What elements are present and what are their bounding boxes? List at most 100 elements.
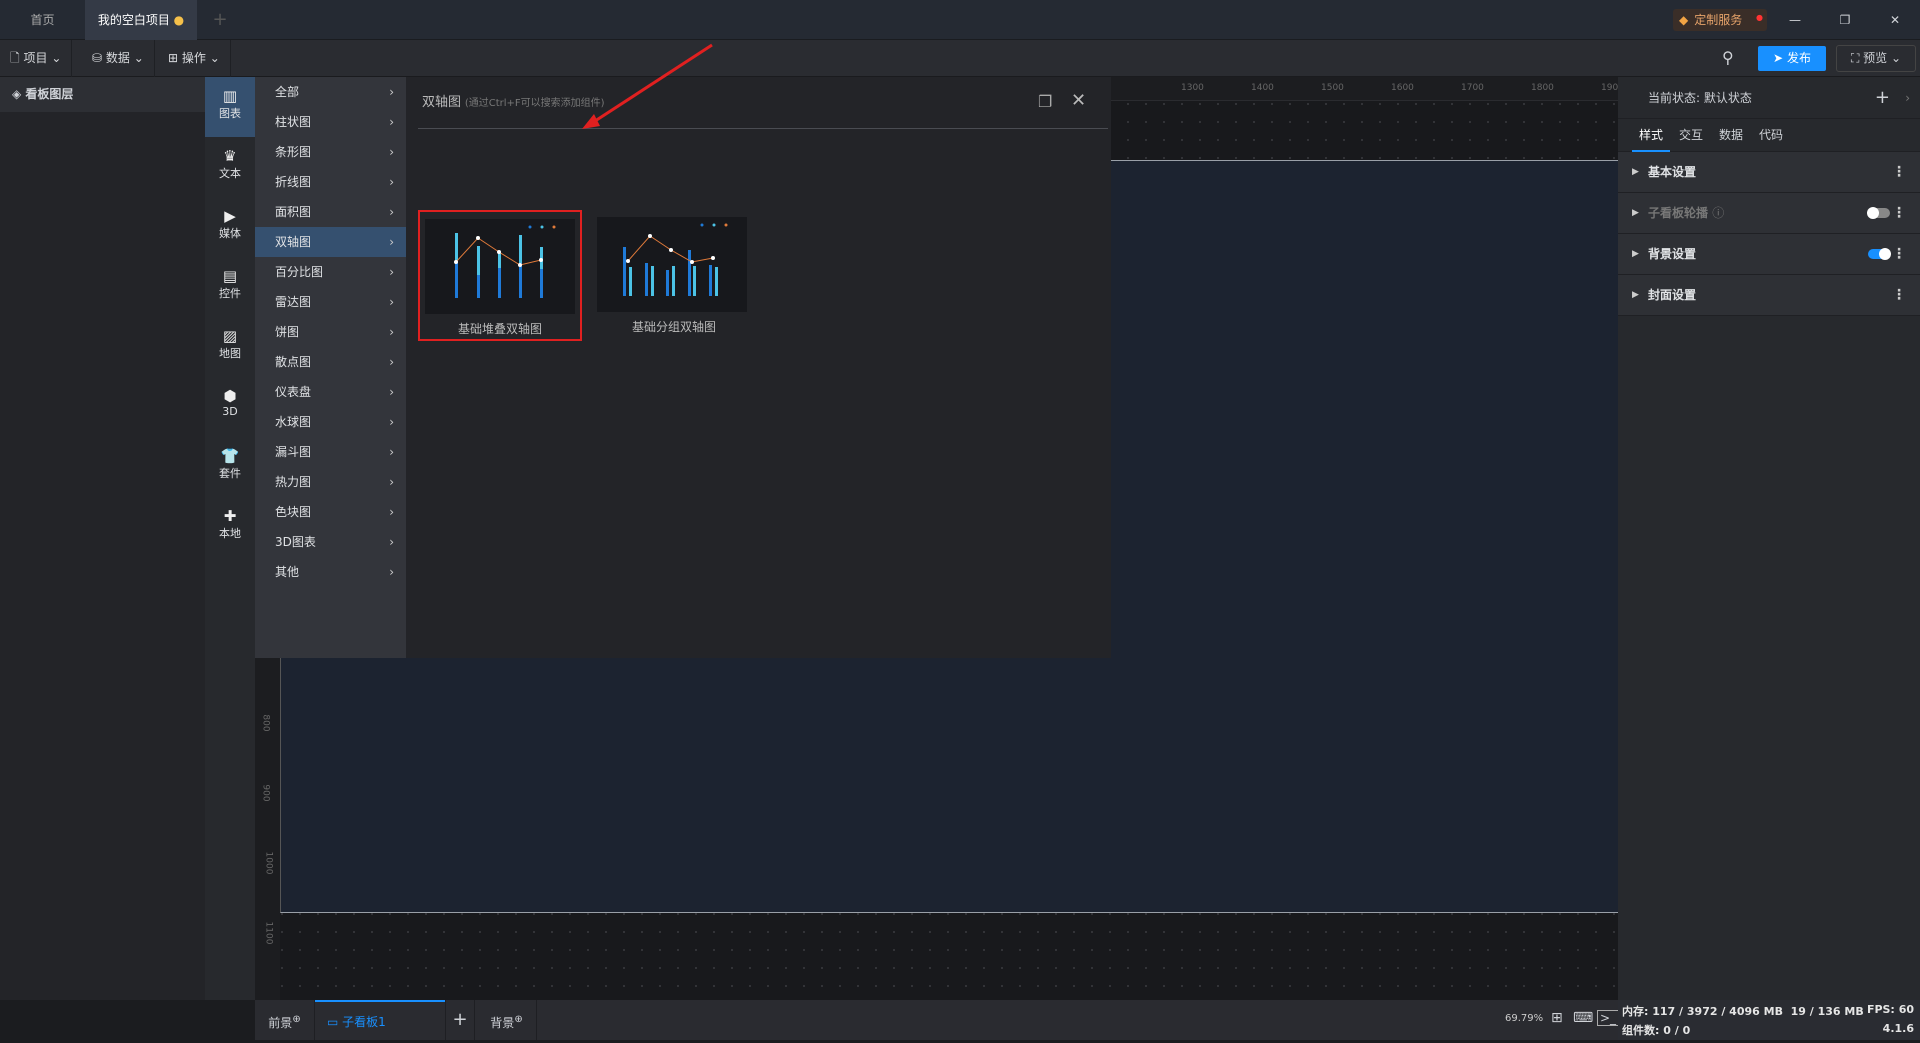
section-row[interactable]: ▶ 基本设置 ⋮ bbox=[1618, 152, 1920, 193]
type-map[interactable]: ▨ 地图 bbox=[205, 317, 255, 377]
category-item[interactable]: 仪表盘 › bbox=[255, 377, 406, 407]
console-icon[interactable]: >_ bbox=[1597, 1010, 1620, 1026]
type-cube[interactable]: ⬢ 3D bbox=[205, 377, 255, 437]
category-menu: 全部 › 柱状图 › 条形图 › 折线图 › 面积图 › 双轴图 › 百分比图 › 雷达图 › 饼图 › 散点图 › 仪… bbox=[255, 77, 406, 658]
chevron-right-icon: › bbox=[389, 385, 394, 399]
data-label: 数据 bbox=[105, 51, 130, 65]
fullscreen-icon: ⛶ bbox=[1850, 51, 1860, 65]
zoom-level[interactable]: 69.79% bbox=[1505, 1013, 1543, 1024]
more-icon[interactable]: ⋮ bbox=[1892, 193, 1906, 233]
state-value[interactable]: 默认状态 bbox=[1704, 91, 1752, 105]
category-item[interactable]: 3D图表 › bbox=[255, 527, 406, 557]
type-label: 地图 bbox=[219, 347, 241, 360]
card-grouped-dual-axis[interactable]: 基础分组双轴图 bbox=[592, 210, 756, 341]
add-state-button[interactable]: + bbox=[1875, 77, 1890, 119]
unsaved-dot-icon: ● bbox=[173, 13, 185, 27]
ruler-tick-label: 1500 bbox=[1321, 83, 1344, 93]
minimize-button[interactable]: — bbox=[1780, 0, 1810, 40]
category-item[interactable]: 散点图 › bbox=[255, 347, 406, 377]
keyboard-icon[interactable]: ⌨ bbox=[1573, 1010, 1593, 1026]
restore-button[interactable]: ❐ bbox=[1830, 0, 1860, 40]
section-row[interactable]: ▶ 子看板轮播 ⓘ ⋮ bbox=[1618, 193, 1920, 234]
type-puzzle[interactable]: ✚ 本地 bbox=[205, 497, 255, 557]
category-item[interactable]: 饼图 › bbox=[255, 317, 406, 347]
type-suit[interactable]: 👕 套件 bbox=[205, 437, 255, 497]
section-toggle[interactable] bbox=[1868, 248, 1891, 260]
title-bar: 首页 我的空白项目 ● + ◆ 定制服务 ● — ❐ ✕ bbox=[0, 0, 1920, 40]
more-icon[interactable]: ⋮ bbox=[1892, 234, 1906, 274]
version: 4.1.6 bbox=[1882, 1022, 1914, 1035]
add-tab-button[interactable]: + bbox=[205, 0, 235, 40]
category-item[interactable]: 条形图 › bbox=[255, 137, 406, 167]
suit-icon: 👕 bbox=[220, 447, 240, 465]
preview-button[interactable]: ⛶ 预览 ⌄ bbox=[1836, 45, 1916, 72]
dialog-header: 双轴图 (通过Ctrl+F可以搜索添加组件) bbox=[422, 77, 605, 128]
memory-value: 117 / 3972 / 4096 MB bbox=[1652, 1005, 1783, 1018]
section-toggle[interactable] bbox=[1867, 207, 1890, 219]
chevron-right-icon: › bbox=[389, 355, 394, 369]
chevron-right-icon: › bbox=[389, 505, 394, 519]
ruler-tick-label: 900 bbox=[260, 784, 271, 802]
type-bar-chart[interactable]: ▥ 图表 bbox=[205, 77, 255, 137]
foreground-tab[interactable]: 前景⊕ bbox=[255, 1000, 315, 1040]
memory-value-2: 19 / 136 MB bbox=[1790, 1005, 1864, 1018]
property-tab[interactable]: 交互 bbox=[1672, 119, 1710, 152]
category-item[interactable]: 百分比图 › bbox=[255, 257, 406, 287]
add-subboard-button[interactable]: + bbox=[445, 1000, 475, 1040]
category-label: 3D图表 bbox=[275, 535, 316, 549]
category-item[interactable]: 水球图 › bbox=[255, 407, 406, 437]
category-item[interactable]: 柱状图 › bbox=[255, 107, 406, 137]
type-widget[interactable]: ▤ 控件 bbox=[205, 257, 255, 317]
type-label: 文本 bbox=[219, 167, 241, 180]
fit-screen-icon[interactable]: ⊞ bbox=[1551, 1010, 1563, 1026]
search-icon[interactable]: ⚲ bbox=[1722, 48, 1734, 67]
category-item[interactable]: 色块图 › bbox=[255, 497, 406, 527]
category-label: 热力图 bbox=[275, 475, 312, 489]
copy-icon[interactable]: ❐ bbox=[1038, 92, 1052, 111]
category-item[interactable]: 折线图 › bbox=[255, 167, 406, 197]
close-button[interactable]: ✕ bbox=[1880, 0, 1910, 40]
more-icon[interactable]: ⋮ bbox=[1892, 275, 1906, 315]
more-icon[interactable]: ⋮ bbox=[1892, 152, 1906, 192]
help-icon[interactable]: ⓘ bbox=[1712, 206, 1724, 220]
data-menu[interactable]: ⛁ 数据 ⌄ bbox=[82, 40, 155, 77]
component-dialog: 双轴图 (通过Ctrl+F可以搜索添加组件) ❐ ✕ 基础堆叠双轴图 基础分组双… bbox=[406, 77, 1111, 658]
custom-service-button[interactable]: ◆ 定制服务 ● bbox=[1673, 9, 1767, 31]
property-tab[interactable]: 样式 bbox=[1632, 119, 1670, 152]
category-item[interactable]: 双轴图 › bbox=[255, 227, 406, 257]
card-stacked-dual-axis[interactable]: 基础堆叠双轴图 bbox=[418, 210, 582, 341]
add-circle-icon[interactable]: ⊕ bbox=[514, 1014, 522, 1025]
category-item[interactable]: 全部 › bbox=[255, 77, 406, 107]
ruler-tick-label: 1600 bbox=[1391, 83, 1414, 93]
operate-menu[interactable]: ⊞ 操作 ⌄ bbox=[158, 40, 231, 77]
type-media[interactable]: ▶ 媒体 bbox=[205, 197, 255, 257]
tab-home[interactable]: 首页 bbox=[0, 0, 85, 40]
section-row[interactable]: ▶ 背景设置 ⋮ bbox=[1618, 234, 1920, 275]
category-label: 散点图 bbox=[275, 355, 312, 369]
project-menu[interactable]: 🗋 项目 ⌄ bbox=[0, 40, 73, 77]
add-circle-icon[interactable]: ⊕ bbox=[292, 1014, 300, 1025]
property-tab[interactable]: 代码 bbox=[1752, 119, 1790, 152]
category-item[interactable]: 漏斗图 › bbox=[255, 437, 406, 467]
dialog-close-button[interactable]: ✕ bbox=[1071, 90, 1086, 111]
type-label: 套件 bbox=[219, 467, 241, 480]
category-label: 双轴图 bbox=[275, 235, 312, 249]
send-icon: ➤ bbox=[1773, 51, 1784, 65]
chevron-right-icon: › bbox=[389, 235, 394, 249]
ruler-tick-label: 1800 bbox=[1531, 83, 1554, 93]
category-item[interactable]: 面积图 › bbox=[255, 197, 406, 227]
section-row[interactable]: ▶ 封面设置 ⋮ bbox=[1618, 275, 1920, 316]
subboard-tab[interactable]: ▭ 子看板1 bbox=[315, 1000, 445, 1040]
chevron-right-icon: › bbox=[389, 475, 394, 489]
publish-button[interactable]: ➤ 发布 bbox=[1758, 46, 1826, 71]
category-item[interactable]: 其他 › bbox=[255, 557, 406, 587]
chevron-right-icon[interactable]: › bbox=[1905, 77, 1910, 119]
section-label: 子看板轮播 bbox=[1648, 206, 1709, 220]
background-tab[interactable]: 背景⊕ bbox=[477, 1000, 537, 1040]
category-item[interactable]: 雷达图 › bbox=[255, 287, 406, 317]
property-tab[interactable]: 数据 bbox=[1712, 119, 1750, 152]
type-text[interactable]: ♛ 文本 bbox=[205, 137, 255, 197]
tab-project[interactable]: 我的空白项目 ● bbox=[85, 0, 197, 40]
category-item[interactable]: 热力图 › bbox=[255, 467, 406, 497]
diamond-icon: ◆ bbox=[1679, 13, 1689, 27]
